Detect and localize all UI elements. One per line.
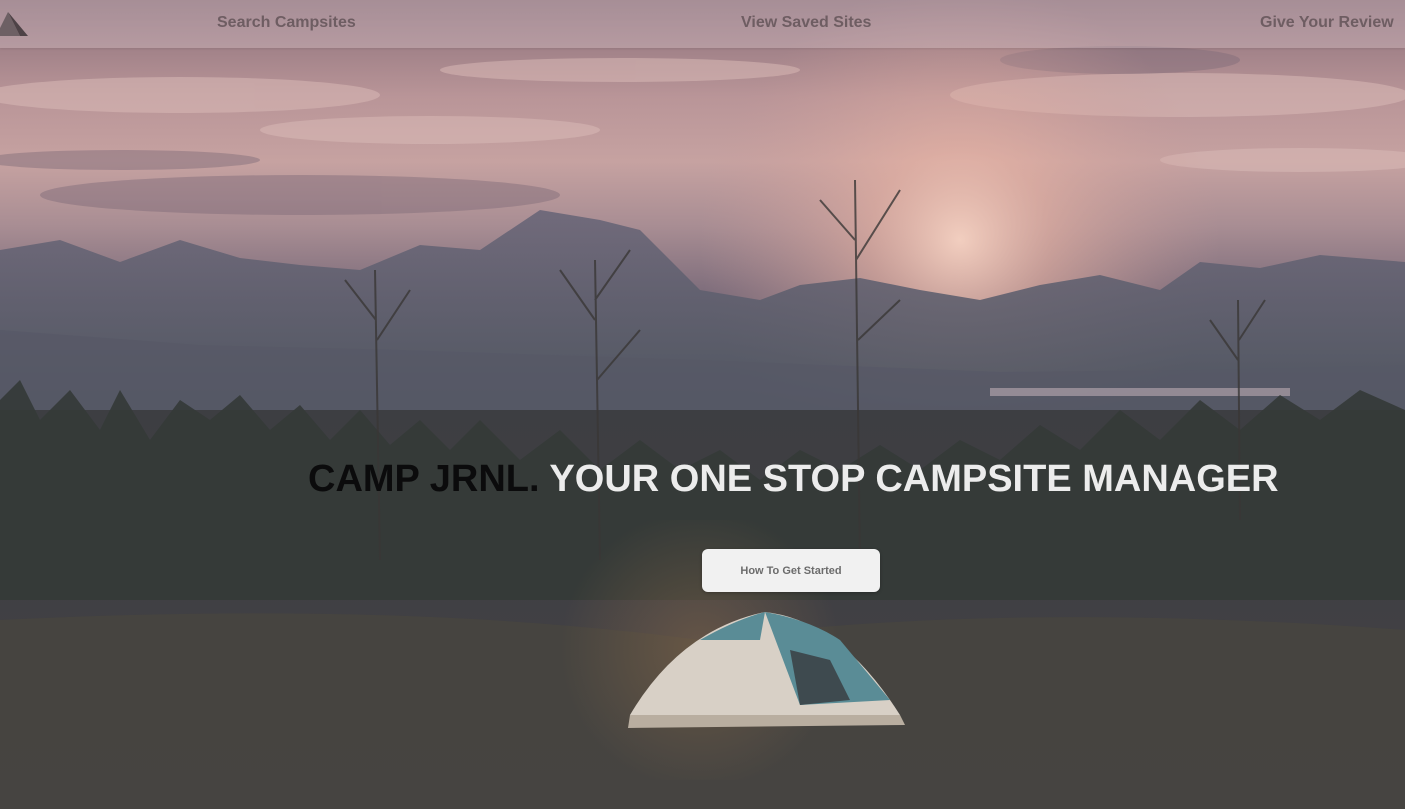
nav-link-view-saved-sites[interactable]: View Saved Sites (741, 14, 871, 32)
brand-name: CAMP JRNL. (308, 458, 540, 500)
get-started-button[interactable]: How To Get Started (702, 549, 880, 592)
nav-link-give-your-review[interactable]: Give Your Review (1260, 14, 1394, 32)
hero-headline: CAMP JRNL. YOUR ONE STOP CAMPSITE MANAGE… (308, 458, 1279, 501)
hero-background-image (0, 0, 1405, 809)
landing-page: Search Campsites View Saved Sites Give Y… (0, 0, 1405, 809)
tent-logo-icon[interactable] (0, 10, 30, 38)
nav-link-search-campsites[interactable]: Search Campsites (217, 14, 356, 32)
hero-tagline: YOUR ONE STOP CAMPSITE MANAGER (549, 458, 1279, 500)
top-navbar: Search Campsites View Saved Sites Give Y… (0, 0, 1405, 48)
